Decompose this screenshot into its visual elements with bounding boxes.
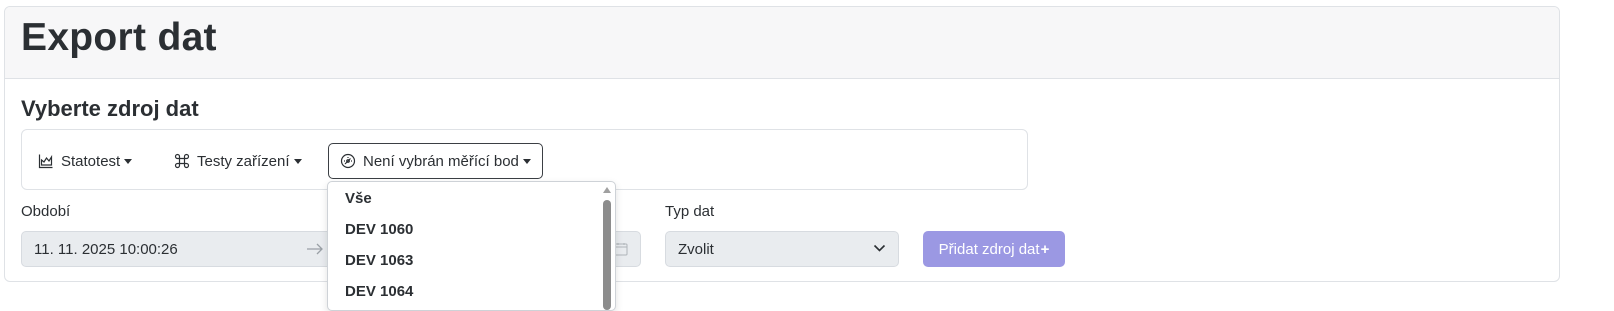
card-header: Export dat bbox=[5, 7, 1559, 79]
scroll-up-icon[interactable] bbox=[603, 187, 611, 193]
scrollbar-thumb[interactable] bbox=[603, 200, 611, 310]
tests-dropdown-button[interactable]: Testy zařízení bbox=[174, 143, 302, 179]
measuring-point-dropdown-button[interactable]: Není vybrán měřící bod bbox=[328, 143, 543, 179]
station-dropdown-button[interactable]: Statotest bbox=[38, 143, 133, 179]
plus-icon: + bbox=[1040, 240, 1050, 258]
gauge-icon bbox=[340, 153, 356, 169]
data-type-select[interactable]: Zvolit bbox=[665, 231, 899, 267]
period-label: Období bbox=[21, 203, 71, 220]
dropdown-item[interactable]: DEV 1063 bbox=[345, 252, 413, 269]
command-icon bbox=[174, 153, 190, 169]
tests-button-label: Testy zařízení bbox=[197, 152, 290, 170]
chart-icon bbox=[38, 154, 53, 169]
dropdown-scrollbar[interactable] bbox=[601, 184, 613, 310]
dropdown-item-all[interactable]: Vše bbox=[345, 190, 372, 207]
add-data-source-button[interactable]: Přidat zdroj dat + bbox=[923, 231, 1065, 267]
calendar-icon[interactable] bbox=[614, 242, 628, 256]
caret-down-icon bbox=[522, 158, 531, 164]
data-type-value: Zvolit bbox=[678, 241, 714, 258]
add-button-label: Přidat zdroj dat bbox=[938, 240, 1040, 258]
section-title: Vyberte zdroj dat bbox=[21, 96, 199, 121]
data-type-label: Typ dat bbox=[665, 203, 715, 220]
export-card: Export dat Vyberte zdroj dat Statotest T… bbox=[4, 6, 1560, 282]
chevron-down-icon bbox=[873, 244, 886, 252]
measuring-point-dropdown-menu: Vše DEV 1060 DEV 1063 DEV 1064 bbox=[327, 181, 616, 311]
caret-down-icon bbox=[124, 158, 133, 164]
caret-down-icon bbox=[293, 158, 302, 164]
page-title: Export dat bbox=[21, 16, 217, 59]
period-start-value: 11. 11. 2025 10:00:26 bbox=[34, 241, 178, 258]
point-button-label: Není vybrán měřící bod bbox=[363, 152, 519, 170]
station-button-label: Statotest bbox=[61, 152, 121, 170]
arrow-right-icon bbox=[307, 243, 323, 255]
dropdown-item[interactable]: DEV 1064 bbox=[345, 283, 413, 300]
dropdown-item[interactable]: DEV 1060 bbox=[345, 221, 413, 238]
